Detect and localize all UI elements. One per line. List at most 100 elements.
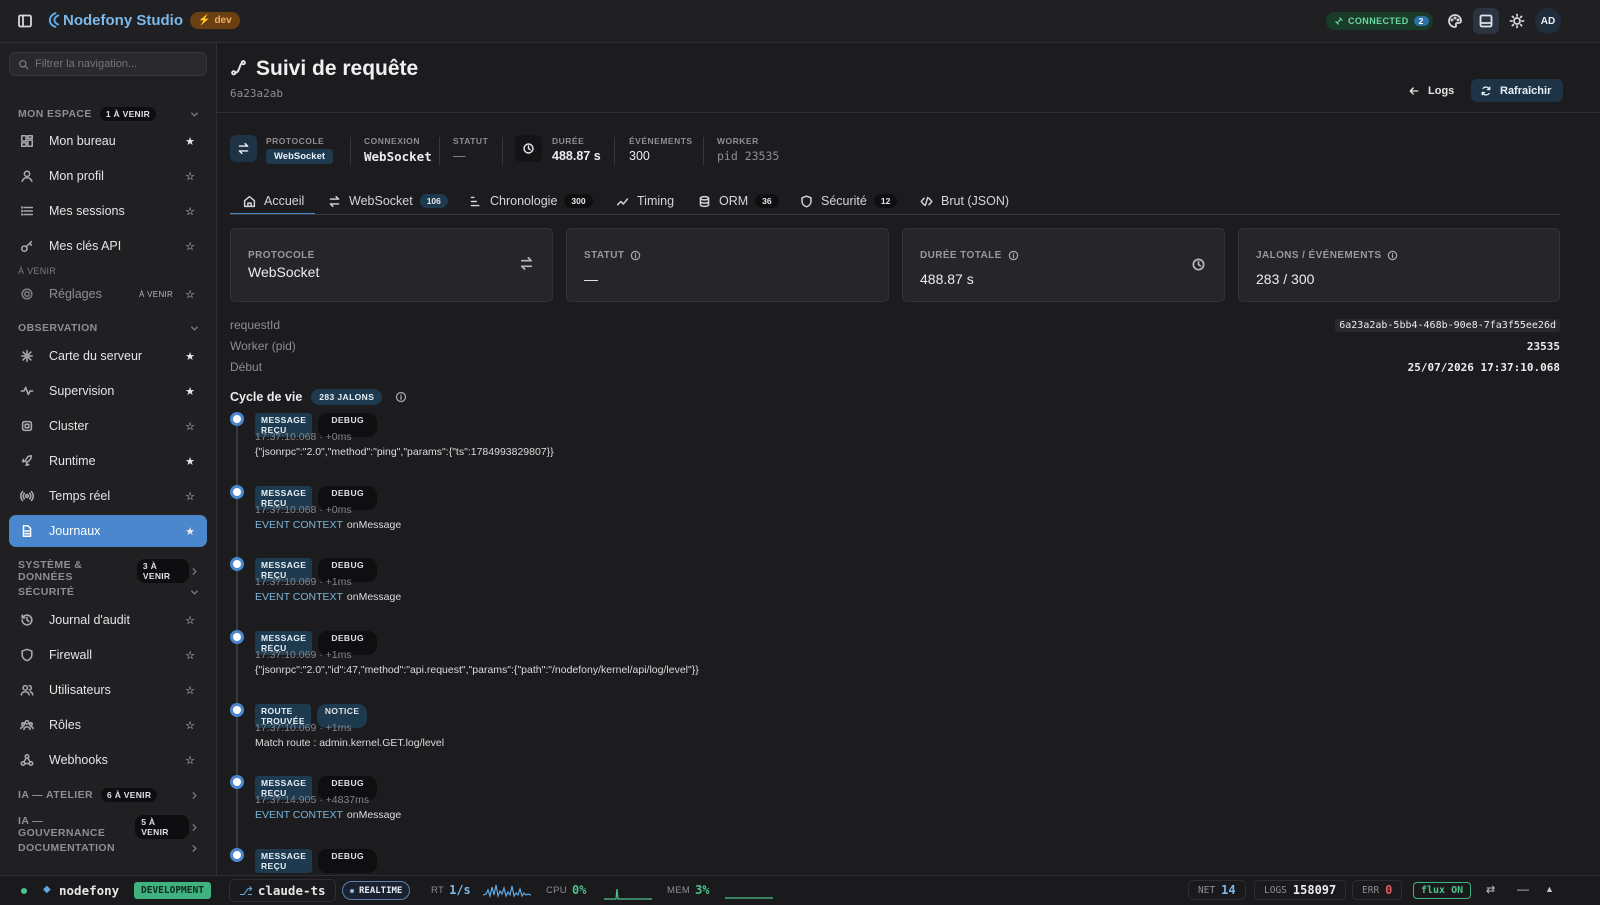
event-message: {"jsonrpc":"2.0","id":47,"method":"api.r… <box>255 664 699 676</box>
lifecycle-badge: 283 JALONS <box>311 389 383 405</box>
tab-chronologie[interactable]: Chronologie 300 <box>469 187 593 215</box>
sidebar-item-label: Webhooks <box>49 753 108 767</box>
detail-key: requestId <box>230 318 281 332</box>
star-outline-icon[interactable]: ☆ <box>185 170 195 183</box>
event-message: EVENT CONTEXT onMessage <box>255 591 401 603</box>
sun-icon[interactable] <box>1509 13 1525 29</box>
metric-label: ÉVÉNEMENTS <box>629 136 693 146</box>
chevron-up-icon[interactable]: ▲ <box>1545 884 1554 894</box>
tab-brut-json[interactable]: Brut (JSON) <box>920 187 1009 215</box>
tab-timing[interactable]: Timing <box>616 187 674 215</box>
sidebar-item-label: Supervision <box>49 384 115 398</box>
file-text-icon <box>19 524 35 538</box>
subsection-label: À VENIR <box>18 266 57 276</box>
star-outline-icon[interactable]: ☆ <box>185 205 195 218</box>
event-time: 17:37:10.069 · +1ms <box>255 576 352 588</box>
sidebar-item-utilisateurs[interactable]: Utilisateurs ☆ <box>9 674 207 706</box>
palette-icon[interactable] <box>1447 13 1463 29</box>
metric-value-badge: WebSocket <box>266 149 334 164</box>
sidebar-item-mon-profil[interactable]: Mon profil ☆ <box>9 160 207 192</box>
section-ia-atelier[interactable]: IA — ATELIER 6 À VENIR <box>18 788 200 802</box>
tab-count: 36 <box>755 194 779 208</box>
refresh-button[interactable]: Rafraîchir <box>1471 79 1564 102</box>
star-outline-icon[interactable]: ☆ <box>185 490 195 503</box>
tab-securite[interactable]: Sécurité 12 <box>800 187 898 215</box>
nav-search-input[interactable] <box>35 58 195 70</box>
avatar[interactable]: AD <box>1535 8 1561 34</box>
status-flux-toggle[interactable]: flux ON <box>1413 882 1472 899</box>
star-filled-icon[interactable]: ★ <box>185 525 195 538</box>
card-jalons-evenements: JALONS / ÉVÉNEMENTS 283 / 300 <box>1238 228 1560 302</box>
sidebar-item-firewall[interactable]: Firewall ☆ <box>9 639 207 671</box>
section-observation[interactable]: OBSERVATION <box>18 322 200 334</box>
nav-search[interactable] <box>9 52 207 76</box>
logs-button-label: Logs <box>1428 84 1455 97</box>
status-value: 14 <box>1221 883 1236 897</box>
sidebar-item-mon-bureau[interactable]: Mon bureau ★ <box>9 125 207 157</box>
shield-icon <box>800 194 813 208</box>
star-filled-icon[interactable]: ★ <box>185 350 195 363</box>
sidebar-item-cluster[interactable]: Cluster ☆ <box>9 410 207 442</box>
section-systeme-donnees[interactable]: SYSTÈME & DONNÉES 3 À VENIR <box>18 559 200 583</box>
event-message: {"jsonrpc":"2.0","method":"ping","params… <box>255 446 554 458</box>
minimize-icon[interactable]: — <box>1517 882 1529 896</box>
star-filled-icon[interactable]: ★ <box>185 135 195 148</box>
star-outline-icon[interactable]: ☆ <box>185 719 195 732</box>
sidebar-item-label: Rôles <box>49 718 81 732</box>
event-message: Match route : admin.kernel.GET.log/level <box>255 737 444 749</box>
star-outline-icon[interactable]: ☆ <box>185 614 195 627</box>
chevron-right-icon <box>189 843 200 854</box>
star-outline-icon[interactable]: ☆ <box>185 288 195 301</box>
star-outline-icon[interactable]: ☆ <box>185 649 195 662</box>
chevron-down-icon <box>189 109 200 120</box>
star-outline-icon[interactable]: ☆ <box>185 240 195 253</box>
sidebar-item-mes-cles-api[interactable]: Mes clés API ☆ <box>9 230 207 262</box>
sidebar-toggle-icon[interactable] <box>17 13 33 29</box>
section-documentation[interactable]: DOCUMENTATION <box>18 842 200 854</box>
star-filled-icon[interactable]: ★ <box>185 385 195 398</box>
mem-sparkline <box>725 897 773 899</box>
sidebar-item-label: Carte du serveur <box>49 349 143 363</box>
card-label: PROTOCOLE <box>248 250 315 261</box>
metric-value: — <box>453 149 466 163</box>
logs-button[interactable]: Logs <box>1398 79 1464 102</box>
sidebar-item-mes-sessions[interactable]: Mes sessions ☆ <box>9 195 207 227</box>
section-securite[interactable]: SÉCURITÉ <box>18 586 200 598</box>
section-title: SYSTÈME & DONNÉES <box>18 559 83 583</box>
info-icon[interactable] <box>1387 250 1398 261</box>
sidebar-item-supervision[interactable]: Supervision ★ <box>9 375 207 407</box>
metric-divider <box>703 137 704 165</box>
sidebar-item-journaux[interactable]: Journaux ★ <box>9 515 207 547</box>
sidebar-item-runtime[interactable]: Runtime ★ <box>9 445 207 477</box>
star-outline-icon[interactable]: ☆ <box>185 420 195 433</box>
tab-websocket[interactable]: WebSocket 106 <box>328 187 448 215</box>
sidebar-item-label: Utilisateurs <box>49 683 111 697</box>
swap-icon[interactable]: ⇄ <box>1486 883 1495 896</box>
connection-badge[interactable]: CONNECTED 2 <box>1326 12 1433 30</box>
sidebar-item-reglages[interactable]: Réglages À VENIR ☆ <box>9 278 207 310</box>
star-filled-icon[interactable]: ★ <box>185 455 195 468</box>
sidebar-item-carte-serveur[interactable]: Carte du serveur ★ <box>9 340 207 372</box>
star-outline-icon[interactable]: ☆ <box>185 754 195 767</box>
app-title[interactable]: Nodefony Studio <box>63 12 183 29</box>
tab-accueil[interactable]: Accueil <box>243 187 304 215</box>
sidebar-item-temps-reel[interactable]: Temps réel ☆ <box>9 480 207 512</box>
sidebar-item-roles[interactable]: Rôles ☆ <box>9 709 207 741</box>
status-realtime[interactable]: REALTIME <box>342 881 411 900</box>
section-mon-espace[interactable]: MON ESPACE 1 À VENIR <box>18 107 200 121</box>
event-message-text: onMessage <box>346 591 402 603</box>
cpu-sparkline <box>604 888 652 900</box>
chevron-right-icon <box>189 790 200 801</box>
status-rt: RT 1/s <box>431 883 471 897</box>
star-outline-icon[interactable]: ☆ <box>185 684 195 697</box>
info-icon[interactable] <box>630 250 641 261</box>
status-app-name: nodefony <box>59 883 120 898</box>
status-branch[interactable]: ⎇ claude-ts <box>229 879 336 902</box>
info-icon[interactable] <box>1008 250 1019 261</box>
tab-orm[interactable]: ORM 36 <box>698 187 779 215</box>
sidebar-item-journal-audit[interactable]: Journal d'audit ☆ <box>9 604 207 636</box>
info-icon[interactable] <box>395 391 407 403</box>
sidebar-item-webhooks[interactable]: Webhooks ☆ <box>9 744 207 776</box>
panel-icon[interactable] <box>1473 8 1499 34</box>
section-ia-gouvernance[interactable]: IA — GOUVERNANCE 5 À VENIR <box>18 815 200 839</box>
